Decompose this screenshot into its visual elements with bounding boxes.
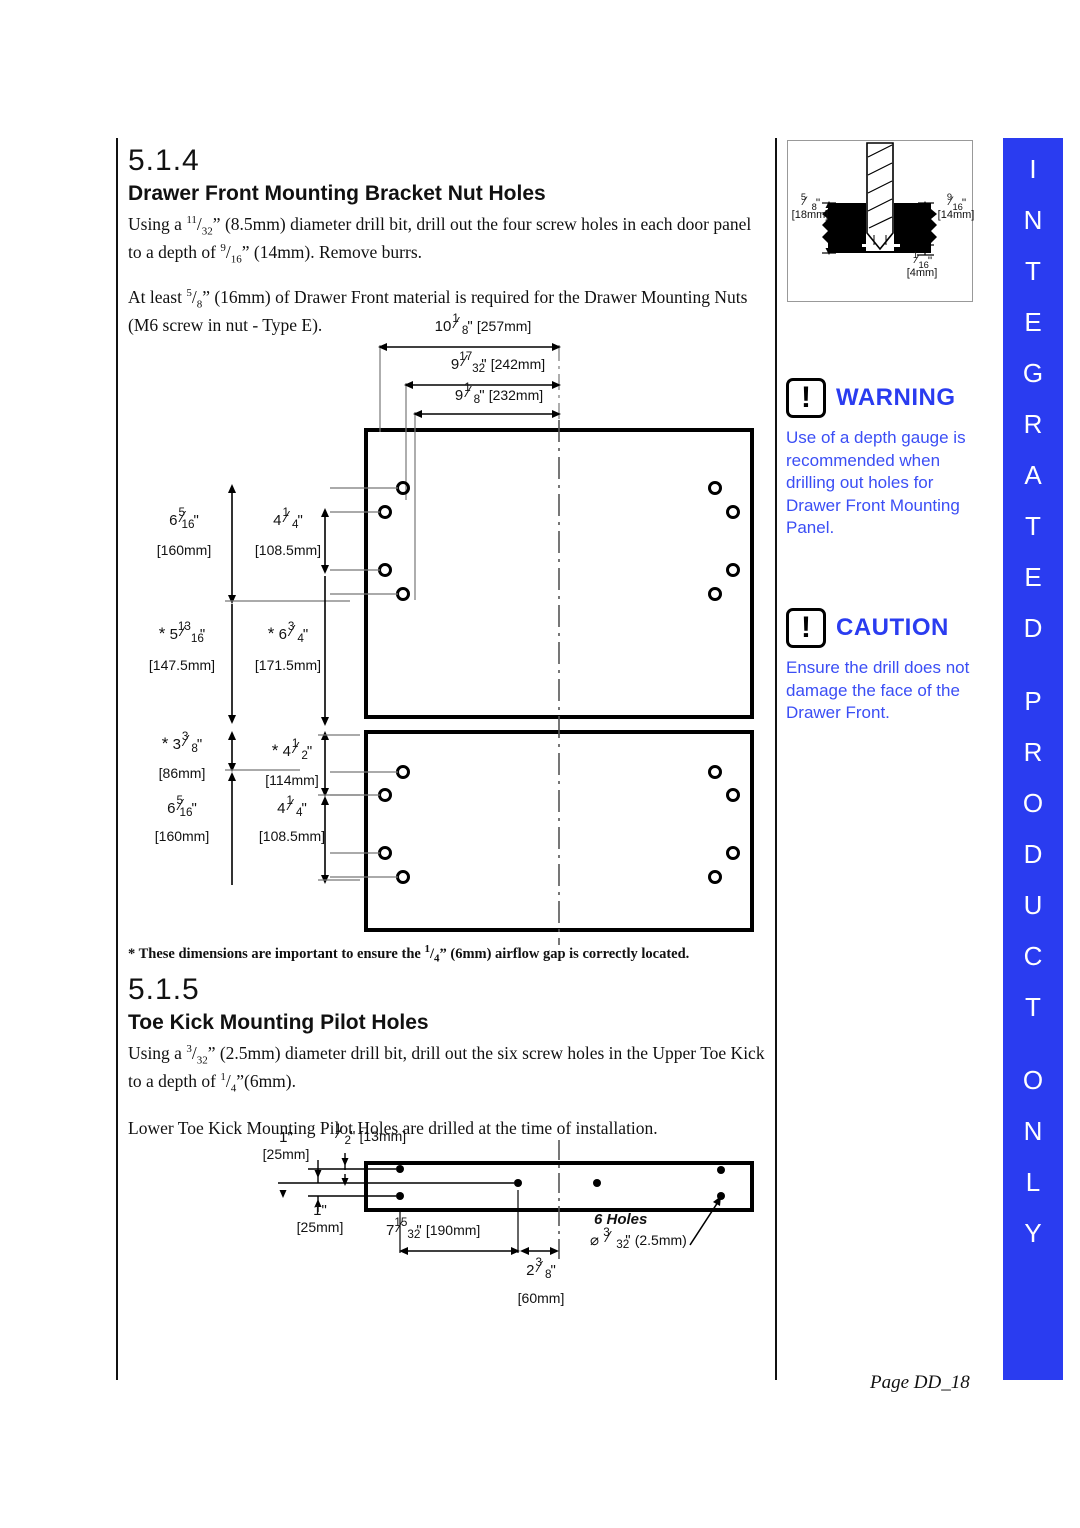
tab-letter: O	[1022, 1065, 1044, 1095]
section-515-title: Toe Kick Mounting Pilot Holes	[128, 1011, 429, 1034]
section-515-number: 5.1.5	[128, 973, 200, 1006]
p1-frac1-num: 11	[186, 214, 197, 227]
p1-text-c: ” (14mm). Remove burrs.	[241, 242, 423, 263]
drill-left-frac: 5 ⁄ 8	[800, 191, 817, 213]
section-514-title: Drawer Front Mounting Bracket Nut Holes	[128, 182, 546, 205]
drill-left-dim: 5 ⁄ 8 " [18mm]	[791, 191, 829, 221]
p2-text-a: At least	[128, 286, 187, 307]
dim-v-upper-4: * 6 3 ⁄ 4 " [171.5mm]	[254, 620, 322, 673]
warning-body: Use of a depth gauge is recommended when…	[786, 428, 966, 538]
drill-bottom-dim: 1 ⁄ 16 " [4mm]	[896, 249, 948, 279]
p1-frac1-den: 32	[201, 225, 213, 238]
warning-block: ! WARNING Use of a depth gauge is recomm…	[786, 378, 991, 540]
airflow-footnote: * These dimensions are important to ensu…	[128, 943, 690, 965]
left-margin-rule	[116, 138, 118, 1380]
caution-block: ! CAUTION Ensure the drill does not dama…	[786, 608, 991, 725]
caution-body: Ensure the drill does not damage the fac…	[786, 658, 970, 723]
page-number: Page DD_18	[870, 1372, 970, 1393]
p1-frac2-den: 16	[230, 253, 242, 266]
dim-h-1: 10 1 ⁄ 8 " [257mm]	[434, 311, 532, 338]
tab-letter: T	[1025, 511, 1041, 541]
manual-page: INTEGRATEDPRODUCTONLY 5.1.4 Drawer Front…	[0, 0, 1080, 1528]
column-divider-rule	[775, 138, 777, 1380]
drill-right-frac: 9 ⁄ 16	[946, 191, 963, 213]
diameter-icon: ⌀	[590, 1231, 600, 1249]
footnote-a: * These dimensions are important to ensu…	[128, 945, 425, 962]
tab-letter: L	[1025, 1167, 1041, 1197]
tab-letter: E	[1024, 562, 1042, 592]
toekick-dim-5: 2 3 ⁄ 8 " [60mm]	[517, 1255, 565, 1307]
dim-h-2: 9 17 ⁄ 32 " [242mm]	[450, 349, 546, 376]
section-514-number: 5.1.4	[128, 144, 200, 177]
tab-letter: D	[1023, 839, 1043, 869]
tab-letter: U	[1023, 890, 1043, 920]
six-holes-note-title: 6 Holes	[594, 1211, 648, 1228]
tab-letter: I	[1029, 154, 1037, 184]
s515-p1-c: ”(6mm).	[236, 1071, 296, 1092]
tab-letter: A	[1024, 460, 1042, 490]
s515-p1-frac1-den: 32	[196, 1054, 208, 1067]
s515-p1-a: Using a	[128, 1043, 187, 1063]
tab-letter: P	[1024, 686, 1042, 716]
dim-v-upper-3: * 5 13 ⁄ 16 " [147.5mm]	[148, 620, 216, 673]
s515-p1-frac1-num: 3	[186, 1043, 192, 1056]
p1-text-a: Using a	[128, 214, 187, 234]
section-514-paragraph-1: Using a 11/32” (8.5mm) diameter drill bi…	[128, 214, 752, 266]
tab-letter: C	[1023, 941, 1043, 971]
tab-letter: T	[1025, 992, 1041, 1022]
tab-letter: E	[1024, 307, 1042, 337]
drill-right-dim: 9 ⁄ 16 " [14mm]	[937, 191, 975, 221]
footnote-b: ” (6mm) airflow gap is correctly located…	[439, 945, 690, 962]
dim-v-upper-1: 6 5 ⁄ 16 " [160mm]	[156, 505, 212, 559]
section-515-paragraph-2: Lower Toe Kick Mounting Pilot Holes are …	[128, 1117, 658, 1138]
caution-title: CAUTION	[836, 614, 949, 641]
drill-detail-diagram: 5 ⁄ 8 " [18mm] 9 ⁄ 16 " [14mm] 1 ⁄ 16 " [4mm]	[787, 140, 975, 302]
tab-letter: R	[1023, 409, 1043, 439]
drill-left-mm: [18mm]	[791, 208, 829, 221]
tab-letter: T	[1025, 256, 1041, 286]
toekick-dim-2: 1 ⁄ 2 " [13mm]	[335, 1121, 407, 1148]
tab-letter: R	[1023, 737, 1043, 767]
p2-frac1-num: 5	[186, 287, 192, 300]
tab-letter: Y	[1024, 1218, 1042, 1248]
dim-v-lower-3: 6 5 ⁄ 16 " [160mm]	[154, 793, 210, 845]
tab-letter: N	[1023, 1116, 1043, 1146]
drill-bottom-frac: 1 ⁄ 16	[912, 249, 929, 271]
exclamation-icon: !	[786, 608, 826, 648]
section-515-header: 5.1.5 Toe Kick Mounting Pilot Holes Usin…	[128, 973, 768, 1141]
tab-letter: G	[1022, 358, 1044, 388]
tab-letter: D	[1023, 613, 1043, 643]
p1-text-b: ” (8.5mm) diameter drill bit, drill out …	[128, 214, 752, 263]
caution-header: ! CAUTION	[786, 608, 991, 648]
tab-letter: O	[1022, 788, 1044, 818]
dim-v-upper-2: 4 1 ⁄ 4 " [108.5mm]	[254, 505, 322, 559]
section-515-paragraph-1: Using a 3/32” (2.5mm) diameter drill bit…	[128, 1043, 765, 1095]
tab-letter: N	[1023, 205, 1043, 235]
six-holes-note-dia: ⌀ 3 ⁄ 32 " (2.5mm)	[590, 1225, 687, 1252]
section-514-header: 5.1.4 Drawer Front Mounting Bracket Nut …	[128, 144, 768, 339]
toekick-dim-1: 1" [25mm]	[262, 1129, 310, 1162]
toekick-dim-4: 7 15 ⁄ 32 " [190mm]	[386, 1215, 481, 1242]
warning-title: WARNING	[836, 384, 956, 411]
dim-h-3: 9 1 ⁄ 8 " [232mm]	[454, 380, 544, 407]
footnote-frac-num: 1	[424, 943, 430, 955]
p1-frac2-num: 9	[220, 242, 226, 255]
s515-p1-b: ” (2.5mm) diameter drill bit, drill out …	[128, 1043, 765, 1092]
dim-v-lower-2: * 4 1 ⁄ 2 " [114mm]	[265, 737, 319, 788]
toekick-dim-3: 1" [25mm]	[296, 1202, 344, 1235]
index-tab-strip: INTEGRATEDPRODUCTONLY	[1003, 138, 1063, 1380]
dim-v-lower-4: 4 1 ⁄ 4 " [108.5mm]	[258, 793, 326, 845]
s515-p1-frac2-num: 1	[220, 1071, 226, 1084]
dim-v-lower-1: * 3 3 ⁄ 8 " [86mm]	[158, 730, 206, 781]
exclamation-icon: !	[786, 378, 826, 418]
warning-header: ! WARNING	[786, 378, 991, 418]
